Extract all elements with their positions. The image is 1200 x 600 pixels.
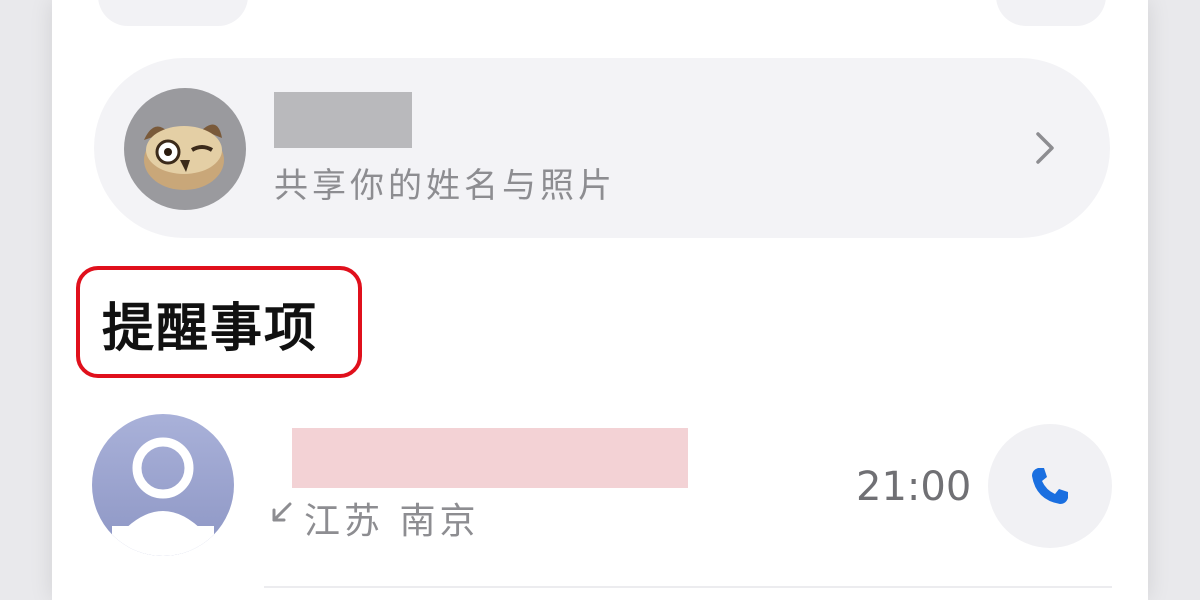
caller-name-redacted <box>292 428 688 488</box>
contact-avatar-icon <box>92 414 234 556</box>
section-title: 提醒事项 <box>102 299 319 359</box>
top-button-right[interactable] <box>996 0 1106 26</box>
profile-card[interactable]: 共享你的姓名与照片 <box>94 58 1110 238</box>
name-redacted <box>274 92 412 148</box>
phone-screen: 共享你的姓名与照片 提醒事项 江苏 南京 21:00 <box>52 0 1148 600</box>
call-back-button[interactable] <box>988 424 1112 548</box>
profile-subtitle: 共享你的姓名与照片 <box>274 166 616 206</box>
call-time: 21:00 <box>856 464 972 510</box>
call-location: 江苏 南京 <box>304 501 480 542</box>
incoming-call-arrow-icon <box>272 502 292 522</box>
owl-avatar-icon <box>124 88 246 210</box>
top-button-left[interactable] <box>98 0 248 26</box>
chevron-right-icon <box>1036 132 1054 164</box>
phone-icon <box>1032 468 1068 504</box>
list-divider <box>264 586 1112 588</box>
